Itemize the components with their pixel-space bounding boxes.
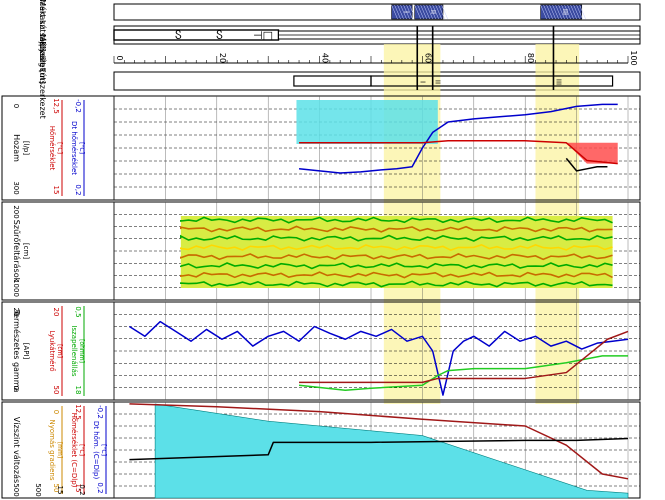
gamma-extra-max-1: 18 xyxy=(74,386,82,395)
hozam-extra-min-1: -0,2 xyxy=(74,99,82,113)
viz-extra-min-1: 12,5 xyxy=(74,404,82,420)
zone-marker-label-III: III xyxy=(554,79,562,85)
depth-tick-label: 100 xyxy=(629,50,638,65)
viz-extra-label-1: Hőmérséklet (C=Dlp) xyxy=(70,413,79,488)
hozam-flow-fill xyxy=(296,100,438,144)
depth-tick-label: 60 xyxy=(423,53,432,63)
szuro-track-label: Szűrőfeltárások xyxy=(12,220,21,283)
hozam-extra-label-1: Dt hőmérséklet xyxy=(70,121,79,175)
hozam-extra-max-0: 15 xyxy=(52,186,60,195)
gamma-extra-min-0: 20 xyxy=(52,308,60,317)
viz-bottom-label-1: 500 xyxy=(34,483,42,496)
hozam-extra-unit-0: [°C] xyxy=(56,142,63,154)
viz-extra-unit-1: [°C] xyxy=(78,444,85,456)
viz-extra-max-2: 0,2 xyxy=(96,482,104,493)
gamma-track-unit: [API] xyxy=(22,343,30,360)
gamma-extra-unit-1: [ohmm] xyxy=(78,339,85,363)
hozam-extra-min-0: 12,5 xyxy=(52,98,60,114)
gamma-track-label: Természetes gamma xyxy=(12,309,22,393)
zone-marker-label-II: II xyxy=(434,80,442,84)
szuro-scale-max: 1000 xyxy=(12,279,20,297)
depth-tick-label: 0 xyxy=(115,55,124,60)
gamma-scale-min: 20 xyxy=(12,308,20,317)
hatched-block-label: I xyxy=(402,11,410,13)
kozolt-track-label: Közölt kútszerkezet xyxy=(38,41,47,118)
szuro-scale-min: 200 xyxy=(12,205,20,218)
mert-symbol-0: Ⴝ xyxy=(175,29,182,42)
viz-extra-label-2: Dt hőm. (C=Dlp) xyxy=(92,421,101,480)
hozam-scale-min: 0 xyxy=(12,104,20,108)
viz-track-label: Vízszint változás xyxy=(12,417,21,483)
gamma-extra-label-1: Iszapellenállás xyxy=(70,325,78,377)
gamma-extra-unit-0: [cm] xyxy=(56,344,63,358)
depth-tick-label: 80 xyxy=(526,53,535,63)
hozam-extra-label-0: Hőmérséklet xyxy=(48,126,57,171)
viz-extra-min-0: 0 xyxy=(52,410,60,414)
zone-marker-label-I: I xyxy=(418,81,426,83)
hozam-track-unit: [l/p] xyxy=(22,141,30,155)
hatched-block-label: II xyxy=(429,10,437,14)
viz-bottom-label-2: 15 xyxy=(56,486,64,495)
gamma-extra-min-1: 0,5 xyxy=(74,306,82,317)
hozam-track-label: Hozam xyxy=(12,134,21,162)
gamma-extra-label-0: Lyukátmérő xyxy=(48,330,57,371)
mert-symbol-1: Ⴝ xyxy=(216,29,223,42)
well-log-figure: Ⴝ Ⴝ ⊣□ 0 20 40 60 80 100Mélység [m]I II IIIAktív … xyxy=(1,0,641,499)
szuro-track-unit: [cm] xyxy=(22,243,30,259)
viz-extra-min-2: -0,2 xyxy=(96,405,104,419)
viz-extra-label-0: Nyomás gradiens xyxy=(48,419,56,480)
viz-bottom-label-3: 0,2 xyxy=(78,484,86,495)
mert-symbol-2: ⊣□ xyxy=(253,29,273,42)
depth-tick-label: 20 xyxy=(218,53,227,63)
viz-cyan-fill xyxy=(154,403,629,499)
hatched-block-label: III xyxy=(561,9,569,15)
hozam-scale-max: 300 xyxy=(12,181,20,194)
depth-tick-label: 40 xyxy=(321,53,330,63)
viz-bottom-label-0: 500 xyxy=(12,483,20,496)
gamma-scale-max: 0 xyxy=(12,386,20,390)
hozam-extra-max-1: 0,2 xyxy=(74,184,82,195)
viz-extra-unit-0: [mm] xyxy=(56,442,63,458)
gamma-extra-max-0: 50 xyxy=(52,386,60,395)
szuro-band xyxy=(180,216,613,288)
hozam-extra-unit-1: [°C] xyxy=(78,142,85,154)
viz-extra-unit-2: [°C] xyxy=(100,444,107,456)
